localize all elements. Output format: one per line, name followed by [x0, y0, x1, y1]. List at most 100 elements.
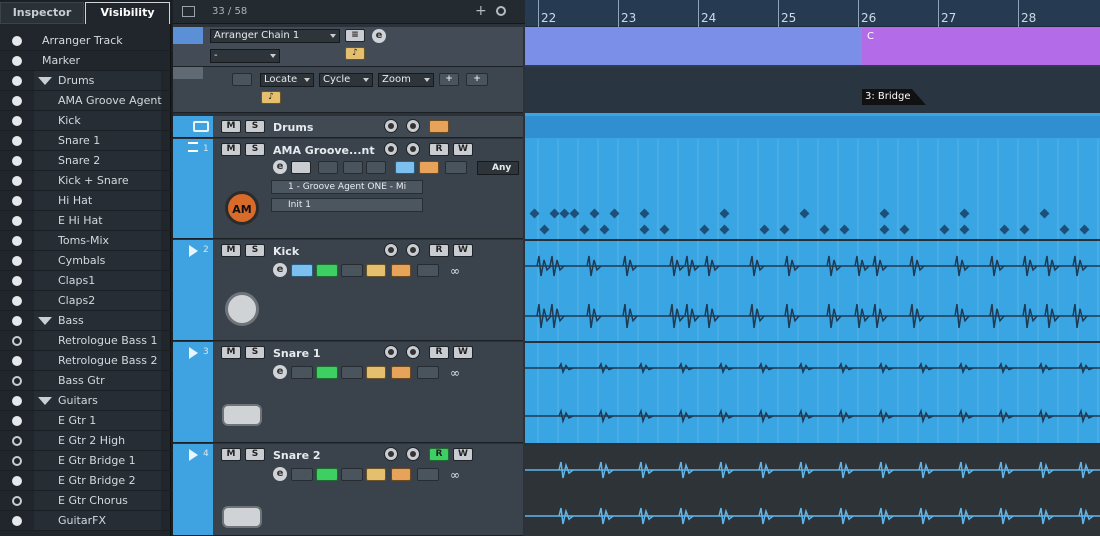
arranger-edit-button[interactable]: ≡	[345, 29, 365, 42]
visibility-item[interactable]: E Gtr 2 High	[0, 431, 171, 451]
snare2-read-button[interactable]: R	[429, 448, 449, 461]
kick-solo-button[interactable]: S	[245, 244, 265, 257]
ama-read-button[interactable]: R	[429, 143, 449, 156]
snare2-record-button[interactable]	[384, 447, 398, 461]
arranger-track[interactable]: Arranger Chain 1 - ≡ e ♪	[173, 27, 523, 67]
track-ama-groove-agent[interactable]: 1 M S AMA Groove...nt R W e Any 1 - Groo…	[173, 139, 523, 239]
visibility-toggle-icon[interactable]	[12, 236, 22, 246]
drums-record-button[interactable]	[384, 119, 398, 133]
track-snare-2[interactable]: 4 M S Snare 2 R W e ∞	[173, 444, 523, 536]
snare1-output-button[interactable]	[316, 366, 338, 379]
track-kick[interactable]: 2 M S Kick R W e ∞	[173, 240, 523, 341]
ama-instrument-field[interactable]: 1 - Groove Agent ONE - Mi	[271, 180, 423, 194]
visibility-toggle-icon[interactable]	[12, 516, 22, 526]
snare1-edit-icon[interactable]: e	[273, 365, 287, 379]
track-drums[interactable]: M S Drums	[173, 116, 523, 138]
zoom-select[interactable]: Zoom	[378, 73, 434, 87]
visibility-toggle-icon[interactable]	[12, 376, 22, 386]
ama-lock-button[interactable]	[419, 161, 439, 174]
visibility-toggle-icon[interactable]	[12, 76, 22, 86]
visibility-item[interactable]: E Gtr Bridge 1	[0, 451, 171, 471]
snare1-read-button[interactable]: R	[429, 346, 449, 359]
visibility-toggle-icon[interactable]	[12, 176, 22, 186]
visibility-toggle-icon[interactable]	[12, 396, 22, 406]
drums-mute-button[interactable]: M	[221, 120, 241, 133]
visibility-item[interactable]: Claps2	[0, 291, 171, 311]
visibility-item[interactable]: Bass	[0, 311, 171, 331]
ama-routing-button[interactable]	[291, 161, 311, 174]
snare1-monitor-button[interactable]	[406, 345, 420, 359]
snare1-mute-button[interactable]: M	[221, 346, 241, 359]
drums-monitor-button[interactable]	[406, 119, 420, 133]
snare2-lanes-button[interactable]	[417, 468, 439, 481]
visibility-toggle-icon[interactable]	[12, 276, 22, 286]
ama-sends-button[interactable]	[366, 161, 386, 174]
visibility-toggle-icon[interactable]	[12, 256, 22, 266]
arranger-lane[interactable]: C	[525, 27, 1100, 67]
visibility-toggle-icon[interactable]	[12, 136, 22, 146]
visibility-item[interactable]: Kick	[0, 111, 171, 131]
kick-sends-button[interactable]	[341, 264, 363, 277]
visibility-toggle-icon[interactable]	[12, 436, 22, 446]
kick-output-button[interactable]	[316, 264, 338, 277]
snare2-mute-button[interactable]: M	[221, 448, 241, 461]
visibility-toggle-icon[interactable]	[12, 416, 22, 426]
ama-write-button[interactable]: W	[453, 143, 473, 156]
visibility-item[interactable]: E Gtr 1	[0, 411, 171, 431]
expand-triangle-icon[interactable]	[38, 317, 52, 325]
ama-mute-button[interactable]: M	[221, 143, 241, 156]
add-track-icon[interactable]: +	[475, 3, 487, 19]
locate-select[interactable]: Locate	[260, 73, 314, 87]
ama-output-button[interactable]	[343, 161, 363, 174]
kick-lanes-button[interactable]	[417, 264, 439, 277]
folder-toggle-icon[interactable]	[232, 73, 252, 86]
expand-triangle-icon[interactable]	[38, 397, 52, 405]
snare2-monitor-button[interactable]	[406, 447, 420, 461]
visibility-item[interactable]: E Gtr Chorus	[0, 491, 171, 511]
ama-pencil-button[interactable]	[395, 161, 415, 174]
snare2-edit-icon[interactable]: e	[273, 467, 287, 481]
drums-solo-button[interactable]: S	[245, 120, 265, 133]
chain-note-button[interactable]: ♪	[261, 91, 281, 104]
snare1-lanes-button[interactable]	[417, 366, 439, 379]
visibility-toggle-icon[interactable]	[12, 316, 22, 326]
kick-lock-button[interactable]	[391, 264, 411, 277]
kick-link-icon[interactable]: ∞	[450, 264, 460, 278]
snare2-write-button[interactable]: W	[453, 448, 473, 461]
edit-channel-icon[interactable]: e	[372, 29, 386, 43]
ama-input-button[interactable]	[318, 161, 338, 174]
visibility-item[interactable]: Guitars	[0, 391, 171, 411]
snare2-lock-button[interactable]	[391, 468, 411, 481]
cycle-select[interactable]: Cycle	[319, 73, 373, 87]
drums-lock-button[interactable]	[429, 120, 449, 133]
ama-record-button[interactable]	[384, 142, 398, 156]
kick-edit-icon[interactable]: e	[273, 263, 287, 277]
kick-read-button[interactable]: R	[429, 244, 449, 257]
visibility-item[interactable]: E Gtr Bridge 2	[0, 471, 171, 491]
visibility-item[interactable]: Claps1	[0, 271, 171, 291]
ama-lanes-button[interactable]	[445, 161, 467, 174]
ama-edit-icon[interactable]: e	[273, 160, 287, 174]
visibility-toggle-icon[interactable]	[12, 216, 22, 226]
visibility-toggle-icon[interactable]	[12, 36, 22, 46]
kick-record-button[interactable]	[384, 243, 398, 257]
visibility-item[interactable]: Snare 1	[0, 131, 171, 151]
visibility-toggle-icon[interactable]	[12, 296, 22, 306]
kick-mute-button[interactable]: M	[221, 244, 241, 257]
kick-write-button[interactable]: W	[453, 244, 473, 257]
marker-bridge[interactable]: 3: Bridge	[862, 89, 926, 105]
visibility-item[interactable]: Retrologue Bass 1	[0, 331, 171, 351]
visibility-item[interactable]: GuitarFX	[0, 511, 171, 531]
visibility-toggle-icon[interactable]	[12, 96, 22, 106]
tab-visibility[interactable]: Visibility	[85, 2, 170, 24]
ama-preset-field[interactable]: Init 1	[271, 198, 423, 212]
marker-lane[interactable]: 3: Bridge	[525, 67, 1100, 113]
ruler[interactable]: 22 23 24 25 26 27 28	[525, 0, 1100, 27]
snare1-record-button[interactable]	[384, 345, 398, 359]
kick-monitor-button[interactable]	[406, 243, 420, 257]
visibility-item[interactable]: Bass Gtr	[0, 371, 171, 391]
snare1-input-button[interactable]	[291, 366, 313, 379]
snare2-solo-button[interactable]: S	[245, 448, 265, 461]
search-icon[interactable]	[496, 6, 506, 16]
snare1-write-button[interactable]: W	[453, 346, 473, 359]
